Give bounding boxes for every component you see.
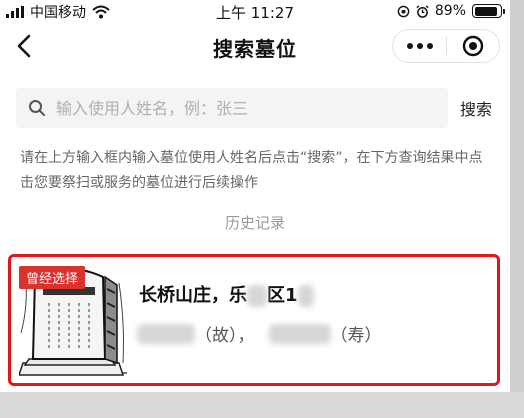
orientation-lock-icon <box>397 5 410 17</box>
history-item[interactable]: 曾经选择 长桥山庄，乐 区1 （故）， （寿） <box>8 254 500 386</box>
search-icon <box>29 100 45 116</box>
status-right: 89% <box>397 3 505 19</box>
nav-bar: 搜索墓位 <box>0 24 510 68</box>
cemetery-location: 长桥山庄，乐 区1 <box>139 281 314 307</box>
app-screen: 中国移动 上午 11:27 89% 搜索墓位 输入使用人姓名，例：张三 搜索 请… <box>0 0 510 418</box>
location-area: 区1 <box>267 285 298 306</box>
carrier-label: 中国移动 <box>30 5 86 21</box>
wifi-icon <box>92 5 110 19</box>
status-left: 中国移动 <box>6 2 110 22</box>
mini-program-capsule <box>392 29 500 63</box>
screenshot-edge <box>510 0 524 418</box>
battery-fill <box>474 6 497 16</box>
selected-before-badge: 曾经选择 <box>19 266 86 289</box>
battery-percent: 89% <box>434 3 466 19</box>
status-time: 上午 11:27 <box>216 4 294 22</box>
status-bar: 中国移动 上午 11:27 89% <box>0 0 510 22</box>
search-box <box>16 88 448 128</box>
status-living: （寿） <box>330 326 382 346</box>
search-button[interactable]: 搜索 <box>460 96 492 120</box>
occupant-status: （故）， （寿） <box>137 321 382 346</box>
location-prefix: 长桥山庄，乐 <box>139 285 247 306</box>
screenshot-bottom-edge <box>0 392 524 418</box>
target-circle-icon[interactable] <box>447 29 499 63</box>
alarm-icon <box>416 4 429 18</box>
battery-icon <box>472 4 505 18</box>
redacted-name <box>268 323 331 344</box>
redacted-block <box>247 285 267 307</box>
redacted-block <box>297 285 314 307</box>
redacted-name <box>137 323 195 344</box>
more-dots-icon[interactable] <box>393 29 446 63</box>
history-heading: 历史记录 <box>224 214 285 232</box>
search-input[interactable] <box>56 98 436 118</box>
status-deceased: （故）， <box>195 326 255 346</box>
signal-icon <box>6 6 24 18</box>
instruction-text: 请在上方输入框内输入墓位使用人姓名后点击“搜索”，在下方查询结果中点击您要祭扫或… <box>20 150 483 191</box>
